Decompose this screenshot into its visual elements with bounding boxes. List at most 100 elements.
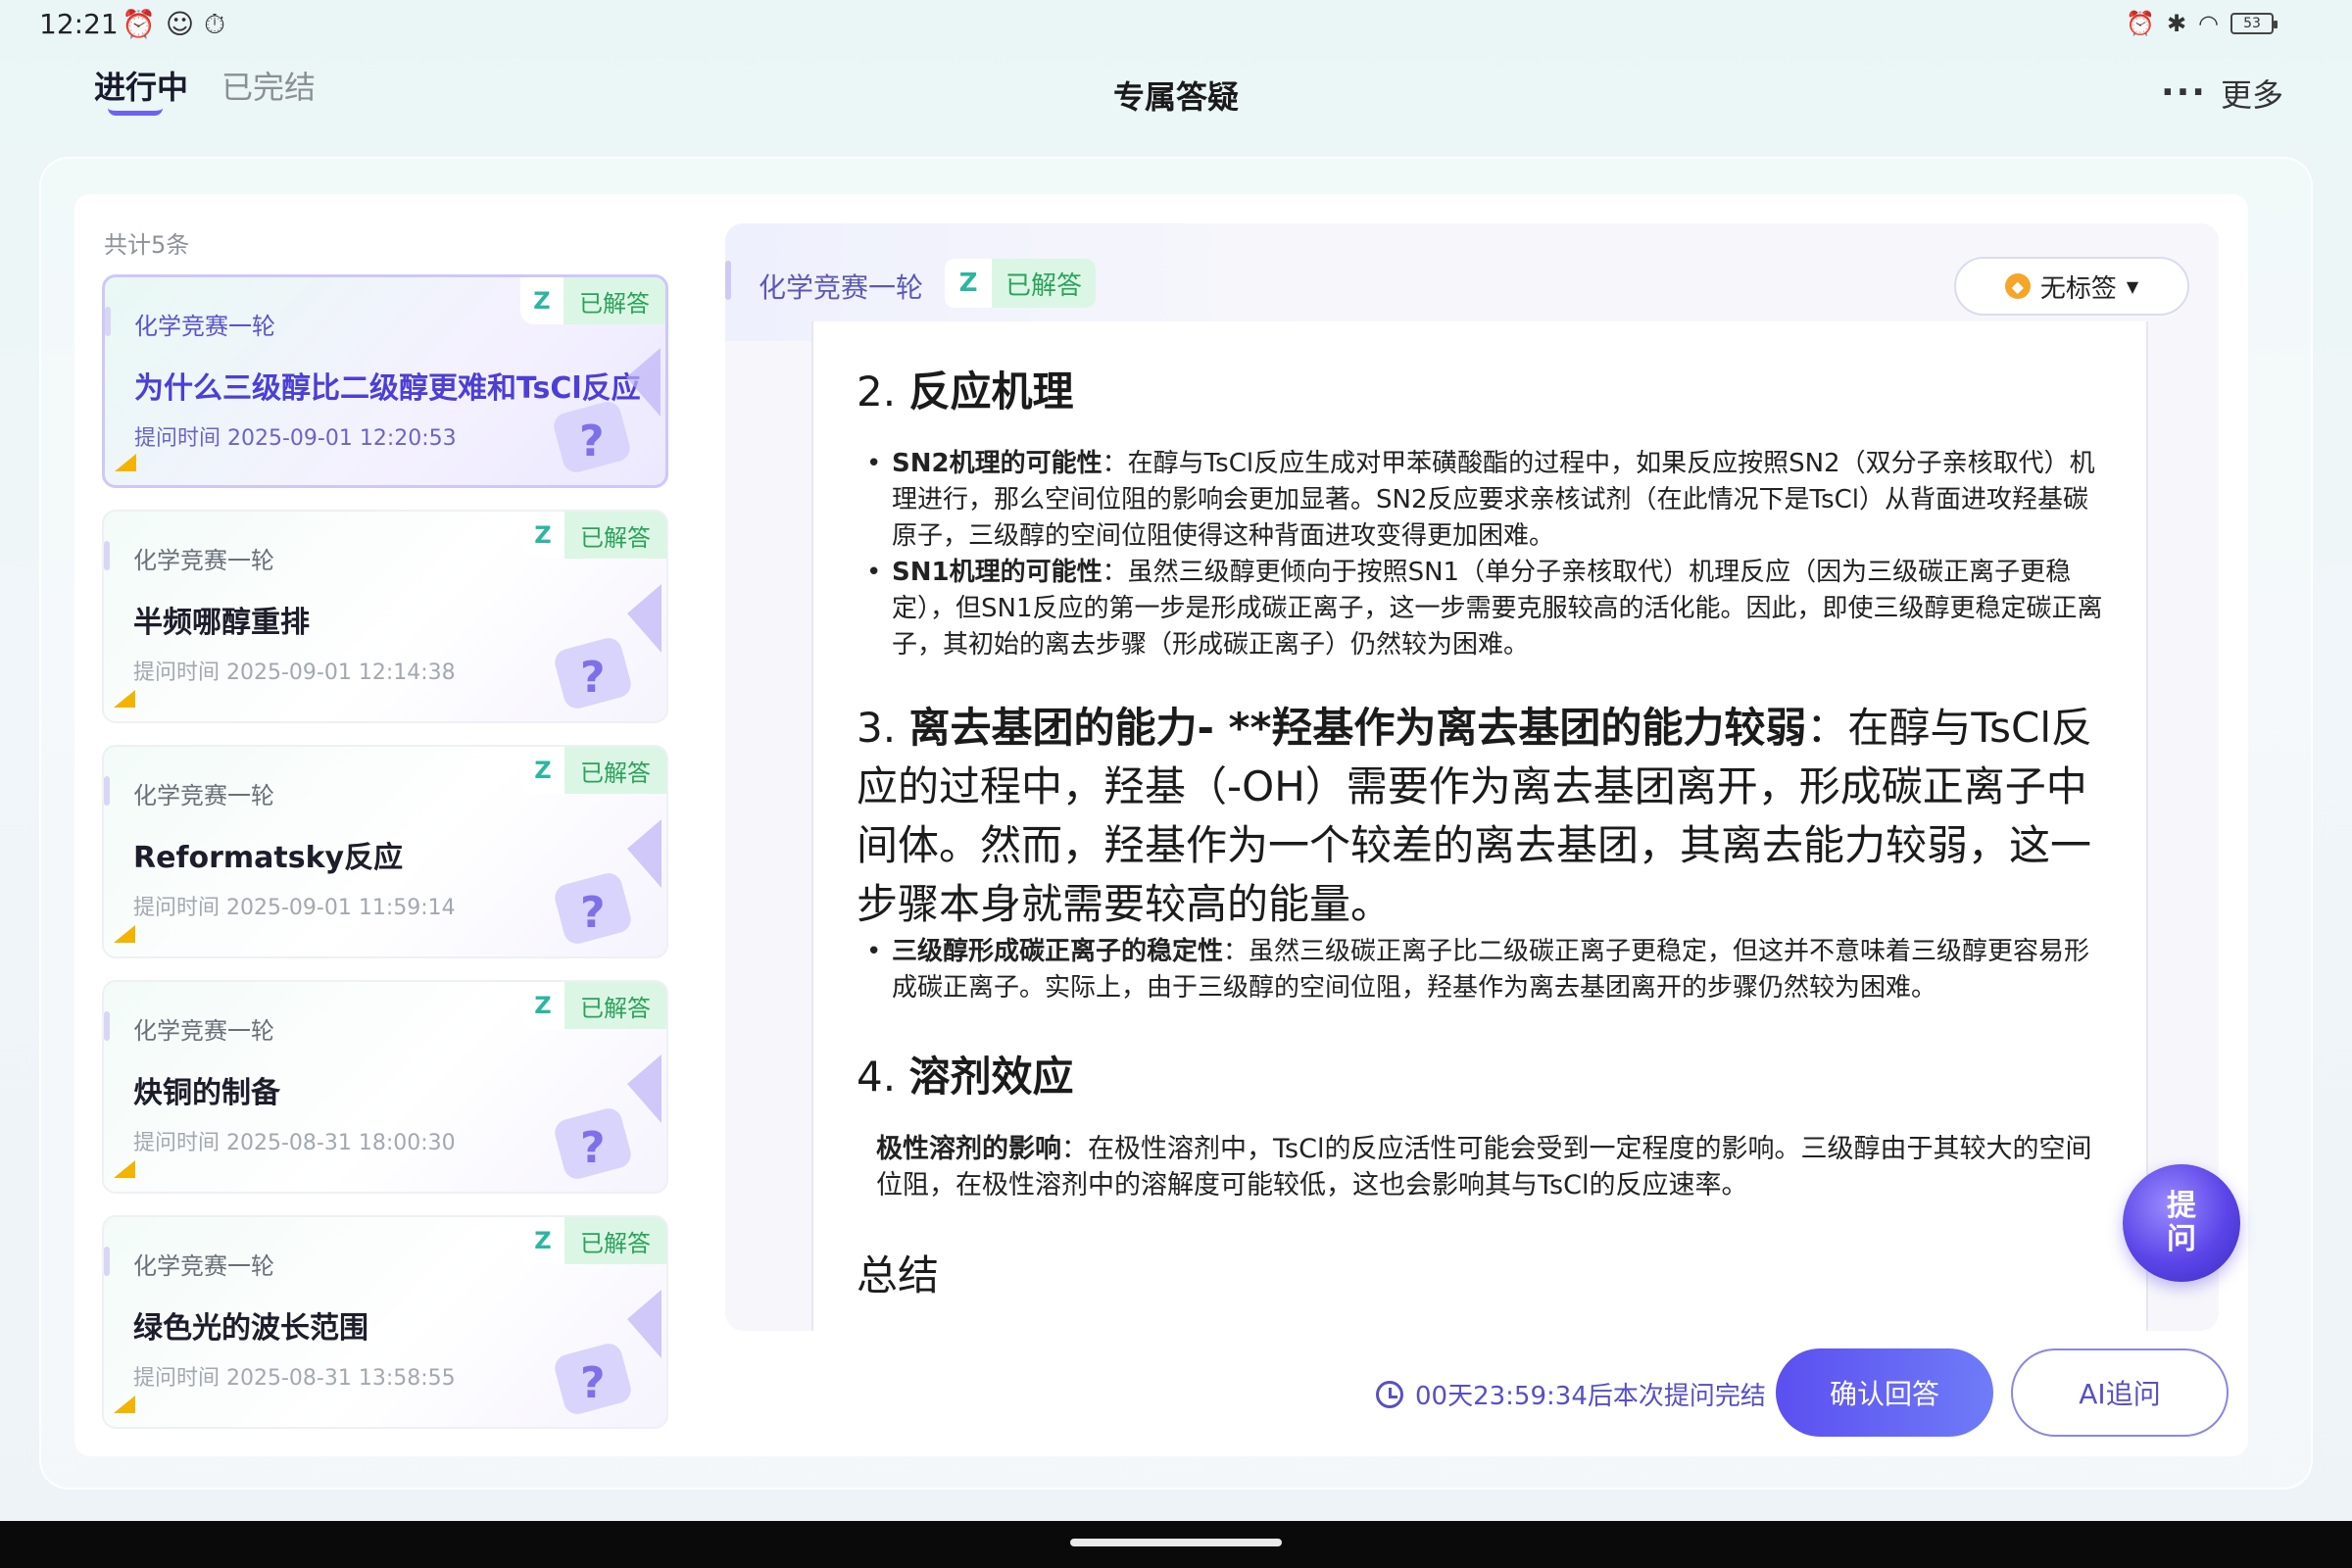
status-text: 已解答 bbox=[564, 982, 666, 1029]
countdown-timer: 00天23:59:34后本次提问完结 bbox=[1376, 1376, 1766, 1412]
clock-icon bbox=[1376, 1380, 1403, 1408]
question-deco-icon: ? bbox=[555, 819, 662, 944]
question-deco-icon: ? bbox=[555, 584, 662, 709]
card-title: Reformatsky反应 bbox=[133, 841, 404, 875]
status-badge: Z 已解答 bbox=[521, 1217, 666, 1264]
alarm-icon: ⏰ bbox=[122, 8, 156, 40]
question-card[interactable]: 化学竞赛一轮 Z 已解答 炔铜的制备 提问时间 2025-08-31 18:00:… bbox=[102, 980, 668, 1194]
category-marker bbox=[725, 261, 731, 300]
timer-icon: ⏱ bbox=[204, 8, 225, 40]
status-text: 已解答 bbox=[992, 259, 1097, 308]
svg-text:?: ? bbox=[580, 1358, 606, 1408]
z-logo-icon: Z bbox=[520, 277, 564, 324]
status-badge: Z 已解答 bbox=[945, 259, 1097, 308]
section-number: 2. bbox=[857, 368, 897, 416]
battery-icon: 53 bbox=[2230, 13, 2278, 34]
status-text: 已解答 bbox=[564, 1217, 666, 1264]
more-button[interactable]: ··· 更多 bbox=[2161, 71, 2283, 116]
question-card[interactable]: 化学竞赛一轮 Z 已解答 绿色光的波长范围 提问时间 2025-08-31 13:… bbox=[102, 1215, 668, 1429]
status-time: 12:21 bbox=[39, 8, 119, 40]
category-marker bbox=[104, 1247, 110, 1276]
tag-select[interactable]: ◆ 无标签 ▼ bbox=[1954, 257, 2189, 316]
corner-mark-icon bbox=[114, 690, 135, 708]
countdown-text: 00天23:59:34后本次提问完结 bbox=[1415, 1382, 1766, 1411]
bullet-list: 三级醇形成碳正离子的稳定性：虽然三级碳正离子比二级碳正离子更稳定，但这并不意味着… bbox=[857, 934, 2103, 1006]
question-list-panel: 共计5条 化学竞赛一轮 Z 已解答 为什么三级醇比二级醇更难和TsCl反应 提问时… bbox=[74, 194, 696, 1456]
section-heading: 4. 溶剂效应 bbox=[857, 1044, 2103, 1103]
card-title: 半频哪醇重排 bbox=[133, 606, 310, 640]
category-marker bbox=[105, 307, 111, 336]
question-count: 共计5条 bbox=[104, 231, 190, 259]
question-deco-icon: ? bbox=[555, 1054, 662, 1179]
answer-box: 化学竞赛一轮 Z已解答 ◆ 无标签 ▼ 2. 反应机理 SN2机理的可能性：在醇… bbox=[725, 223, 2219, 1331]
item-label: 三级醇形成碳正离子的稳定性 bbox=[892, 937, 1224, 966]
status-text: 已解答 bbox=[564, 747, 666, 794]
answer-content[interactable]: 2. 反应机理 SN2机理的可能性：在醇与TsCl反应生成对甲苯磺酸酯的过程中，… bbox=[811, 321, 2148, 1331]
card-category: 化学竞赛一轮 bbox=[133, 1252, 274, 1280]
z-logo-icon: Z bbox=[945, 259, 992, 308]
z-logo-icon: Z bbox=[521, 747, 564, 794]
home-handle[interactable] bbox=[1070, 1539, 1282, 1546]
item-label: 极性溶剂的影响 bbox=[876, 1134, 1061, 1164]
section-title: 溶剂效应 bbox=[908, 1053, 1074, 1101]
card-time: 提问时间 2025-08-31 18:00:30 bbox=[133, 1131, 456, 1155]
svg-text:?: ? bbox=[580, 653, 606, 703]
card-time: 提问时间 2025-09-01 12:14:38 bbox=[133, 661, 456, 685]
status-badge: Z 已解答 bbox=[521, 747, 666, 794]
bluetooth-icon: ✱ bbox=[2166, 10, 2187, 37]
z-logo-icon: Z bbox=[521, 1217, 564, 1264]
section-number: 3. bbox=[857, 704, 897, 752]
ask-label: 提问 bbox=[2167, 1189, 2196, 1256]
confirm-answer-button[interactable]: 确认回答 bbox=[1776, 1348, 1993, 1437]
section-title: 离去基团的能力- **羟基作为离去基团的能力较弱 bbox=[908, 704, 1807, 752]
status-bar: 12:21 ⏰ ☺ ⏱ ⏰ ✱ ◠ 53 bbox=[0, 0, 2352, 49]
card-time: 提问时间 2025-09-01 12:20:53 bbox=[134, 426, 457, 451]
question-deco-icon: ? bbox=[554, 348, 661, 472]
status-right-icons: ⏰ ✱ ◠ 53 bbox=[2126, 10, 2278, 37]
card-time: 提问时间 2025-08-31 13:58:55 bbox=[133, 1366, 456, 1391]
z-logo-icon: Z bbox=[521, 982, 564, 1029]
status-badge: Z 已解答 bbox=[521, 512, 666, 559]
app-icon: ☺ bbox=[165, 8, 195, 40]
svg-text:?: ? bbox=[580, 1123, 606, 1173]
status-text: 已解答 bbox=[564, 512, 666, 559]
question-card[interactable]: 化学竞赛一轮 Z 已解答 为什么三级醇比二级醇更难和TsCl反应 提问时间 202… bbox=[102, 274, 668, 488]
tag-select-value: 无标签 bbox=[2039, 273, 2117, 304]
item-label: SN1机理的可能性 bbox=[892, 558, 1102, 587]
card-time: 提问时间 2025-09-01 11:59:14 bbox=[133, 896, 456, 920]
question-deco-icon: ? bbox=[555, 1290, 662, 1414]
more-label: 更多 bbox=[2220, 76, 2283, 114]
card-category: 化学竞赛一轮 bbox=[133, 1017, 274, 1045]
item-label: SN2机理的可能性 bbox=[892, 449, 1102, 478]
more-icon: ··· bbox=[2160, 73, 2207, 113]
svg-text:?: ? bbox=[579, 416, 605, 466]
question-card[interactable]: 化学竞赛一轮 Z 已解答 Reformatsky反应 提问时间 2025-09-0… bbox=[102, 745, 668, 958]
system-nav-bar bbox=[0, 1521, 2352, 1568]
category-marker bbox=[104, 776, 110, 806]
corner-mark-icon bbox=[114, 1160, 135, 1178]
detail-category: 化学竞赛一轮 bbox=[759, 271, 924, 304]
question-card[interactable]: 化学竞赛一轮 Z 已解答 半频哪醇重排 提问时间 2025-09-01 12:14… bbox=[102, 510, 668, 723]
corner-mark-icon bbox=[115, 454, 136, 471]
section-paragraph: 3. 离去基团的能力- **羟基作为离去基团的能力较弱：在醇与TsCl反应的过程… bbox=[857, 699, 2103, 934]
list-item: SN2机理的可能性：在醇与TsCl反应生成对甲苯磺酸酯的过程中，如果反应按照SN… bbox=[857, 446, 2103, 555]
list-item: SN1机理的可能性：虽然三级醇更倾向于按照SN1（单分子亲核取代）机理反应（因为… bbox=[857, 555, 2103, 663]
corner-mark-icon bbox=[114, 1396, 135, 1413]
section-title: 反应机理 bbox=[908, 368, 1074, 416]
status-badge: Z 已解答 bbox=[521, 982, 666, 1029]
card-category: 化学竞赛一轮 bbox=[133, 782, 274, 809]
card-title: 绿色光的波长范围 bbox=[133, 1311, 368, 1346]
status-text: 已解答 bbox=[564, 277, 665, 324]
ask-question-button[interactable]: 提问 bbox=[2123, 1164, 2240, 1282]
svg-text:?: ? bbox=[580, 888, 606, 938]
status-left-icons: ⏰ ☺ ⏱ bbox=[122, 8, 225, 41]
card-title: 炔铜的制备 bbox=[133, 1076, 280, 1110]
ai-followup-button[interactable]: AI追问 bbox=[2011, 1348, 2229, 1437]
answer-detail-panel: 化学竞赛一轮 Z已解答 ◆ 无标签 ▼ 2. 反应机理 SN2机理的可能性：在醇… bbox=[696, 194, 2248, 1456]
summary-heading: 总结 bbox=[857, 1251, 940, 1299]
status-badge: Z 已解答 bbox=[520, 277, 665, 324]
tag-icon: ◆ bbox=[2004, 273, 2031, 299]
z-logo-icon: Z bbox=[521, 512, 564, 559]
section-heading: 2. 反应机理 bbox=[857, 359, 2103, 418]
card-category: 化学竞赛一轮 bbox=[134, 313, 275, 340]
